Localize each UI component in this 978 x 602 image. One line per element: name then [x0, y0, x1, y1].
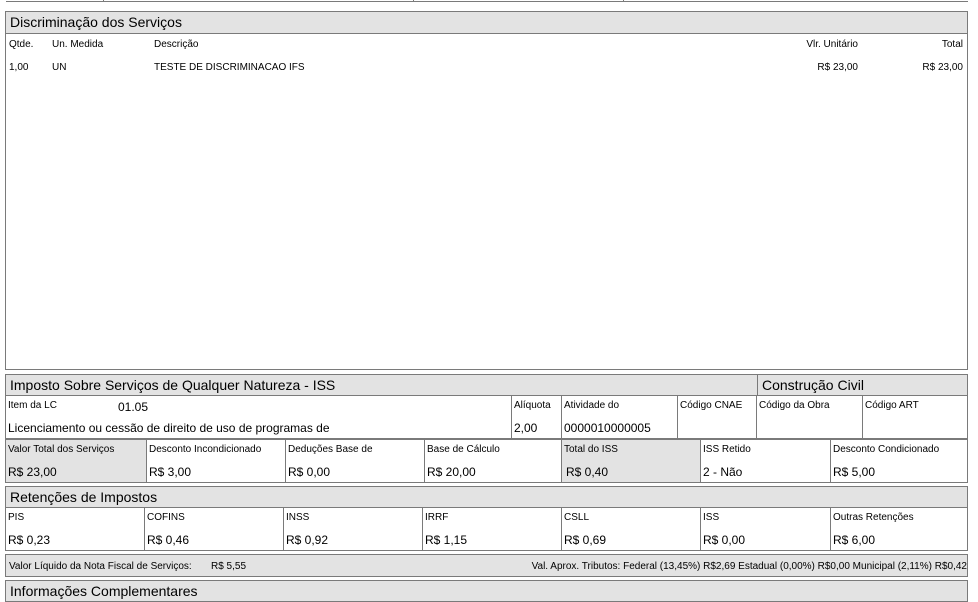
- desconto-incondicionado-value: R$ 3,00: [149, 465, 192, 479]
- col-total-header: Total: [941, 39, 963, 50]
- outras-retencoes-label: Outras Retenções: [833, 512, 914, 523]
- iss-retencao-label: ISS: [703, 512, 720, 523]
- obra-label: Código da Obra: [759, 400, 830, 411]
- aliquota-cell: Alíquota 2,00: [512, 396, 562, 438]
- valor-total-label: Valor Total dos Serviços: [8, 444, 115, 455]
- discriminacao-header: Discriminação dos Serviços: [5, 11, 968, 34]
- obra-cell: Código da Obra: [757, 396, 863, 438]
- valores-row: Valor Total dos Serviços R$ 23,00 Descon…: [5, 439, 968, 483]
- atividade-cell: Atividade do 0000010000005: [562, 396, 678, 438]
- csll-value: R$ 0,69: [564, 533, 607, 547]
- valor-liquido-label: Valor Líquido da Nota Fiscal de Serviços…: [9, 561, 192, 572]
- base-calculo-cell: Base de Cálculo R$ 20,00: [425, 440, 562, 482]
- row-vlr-unit: R$ 23,00: [817, 62, 858, 73]
- desconto-incondicionado-cell: Desconto Incondicionado R$ 3,00: [147, 440, 286, 482]
- item-lc-description: Licenciamento ou cessão de direito de us…: [8, 421, 330, 435]
- valor-total-cell: Valor Total dos Serviços R$ 23,00: [6, 440, 147, 482]
- aliquota-value: 2,00: [514, 421, 538, 435]
- iss-header: Imposto Sobre Serviços de Qualquer Natur…: [5, 374, 758, 396]
- total-iss-cell: Total do ISS R$ 0,40: [562, 440, 701, 482]
- top-tick-1: [103, 0, 104, 2]
- total-iss-label: Total do ISS: [564, 444, 618, 455]
- iss-retido-value: 2 - Não: [703, 465, 743, 479]
- csll-label: CSLL: [564, 512, 590, 523]
- col-un-header: Un. Medida: [52, 39, 104, 50]
- desconto-condicionado-cell: Desconto Condicionado R$ 5,00: [831, 440, 967, 482]
- iss-item-row: Item da LC 01.05 Licenciamento ou cessão…: [5, 395, 968, 439]
- atividade-label: Atividade do: [564, 400, 620, 411]
- iss-retencao-value: R$ 0,00: [703, 533, 746, 547]
- cofins-value: R$ 0,46: [147, 533, 190, 547]
- valor-total-value: R$ 23,00: [8, 465, 57, 479]
- inss-cell: INSS R$ 0,92: [284, 508, 423, 550]
- pis-value: R$ 0,23: [8, 533, 51, 547]
- deducoes-label: Deduções Base de: [288, 444, 373, 455]
- discriminacao-body: Qtde. Un. Medida Descrição Vlr. Unitário…: [5, 33, 968, 370]
- informacoes-complementares-header: Informações Complementares: [5, 580, 968, 602]
- iss-retido-cell: ISS Retido 2 - Não: [701, 440, 831, 482]
- irrf-value: R$ 1,15: [425, 533, 468, 547]
- iss-retido-label: ISS Retido: [703, 444, 751, 455]
- deducoes-value: R$ 0,00: [288, 465, 331, 479]
- retencoes-row: PIS R$ 0,23 COFINS R$ 0,46 INSS R$ 0,92 …: [5, 507, 968, 551]
- art-label: Código ART: [865, 400, 919, 411]
- iss-retencao-cell: ISS R$ 0,00: [701, 508, 831, 550]
- row-total: R$ 23,00: [922, 62, 963, 73]
- pis-label: PIS: [8, 512, 25, 523]
- cnae-cell: Código CNAE: [678, 396, 757, 438]
- desconto-incondicionado-label: Desconto Incondicionado: [149, 444, 262, 455]
- cofins-cell: COFINS R$ 0,46: [145, 508, 284, 550]
- col-descricao-header: Descrição: [154, 39, 199, 50]
- irrf-label: IRRF: [425, 512, 449, 523]
- base-calculo-value: R$ 20,00: [427, 465, 476, 479]
- row-qtde: 1,00: [9, 62, 29, 73]
- col-vlr-unit-header: Vlr. Unitário: [806, 39, 858, 50]
- row-descricao: TESTE DE DISCRIMINACAO IFS: [154, 62, 305, 73]
- atividade-value: 0000010000005: [564, 421, 651, 435]
- deducoes-cell: Deduções Base de R$ 0,00: [286, 440, 425, 482]
- top-divider-line: [6, 0, 968, 2]
- tributos-aproximados: Val. Aprox. Tributos: Federal (13,45%) R…: [531, 561, 967, 572]
- cofins-label: COFINS: [147, 512, 185, 523]
- pis-cell: PIS R$ 0,23: [6, 508, 145, 550]
- outras-retencoes-cell: Outras Retenções R$ 6,00: [831, 508, 967, 550]
- item-lc-value: 01.05: [118, 400, 149, 414]
- construcao-civil-header: Construção Civil: [757, 374, 968, 396]
- inss-value: R$ 0,92: [286, 533, 329, 547]
- total-iss-value: R$ 0,40: [566, 465, 609, 479]
- retencoes-header: Retenções de Impostos: [5, 486, 968, 508]
- top-tick-2: [413, 0, 414, 2]
- irrf-cell: IRRF R$ 1,15: [423, 508, 562, 550]
- valor-liquido-bar: Valor Líquido da Nota Fiscal de Serviços…: [5, 554, 968, 577]
- valor-liquido-value: R$ 5,55: [211, 561, 247, 572]
- row-un: UN: [52, 62, 67, 73]
- desconto-condicionado-value: R$ 5,00: [833, 465, 876, 479]
- base-calculo-label: Base de Cálculo: [427, 444, 500, 455]
- item-lc-label: Item da LC: [8, 400, 57, 411]
- item-lc-cell: Item da LC 01.05 Licenciamento ou cessão…: [6, 396, 512, 438]
- cnae-label: Código CNAE: [680, 400, 743, 411]
- aliquota-label: Alíquota: [514, 400, 551, 411]
- col-qtde-header: Qtde.: [9, 39, 34, 50]
- art-cell: Código ART: [863, 396, 967, 438]
- inss-label: INSS: [286, 512, 310, 523]
- top-tick-3: [623, 0, 624, 2]
- csll-cell: CSLL R$ 0,69: [562, 508, 701, 550]
- desconto-condicionado-label: Desconto Condicionado: [833, 444, 940, 455]
- outras-retencoes-value: R$ 6,00: [833, 533, 876, 547]
